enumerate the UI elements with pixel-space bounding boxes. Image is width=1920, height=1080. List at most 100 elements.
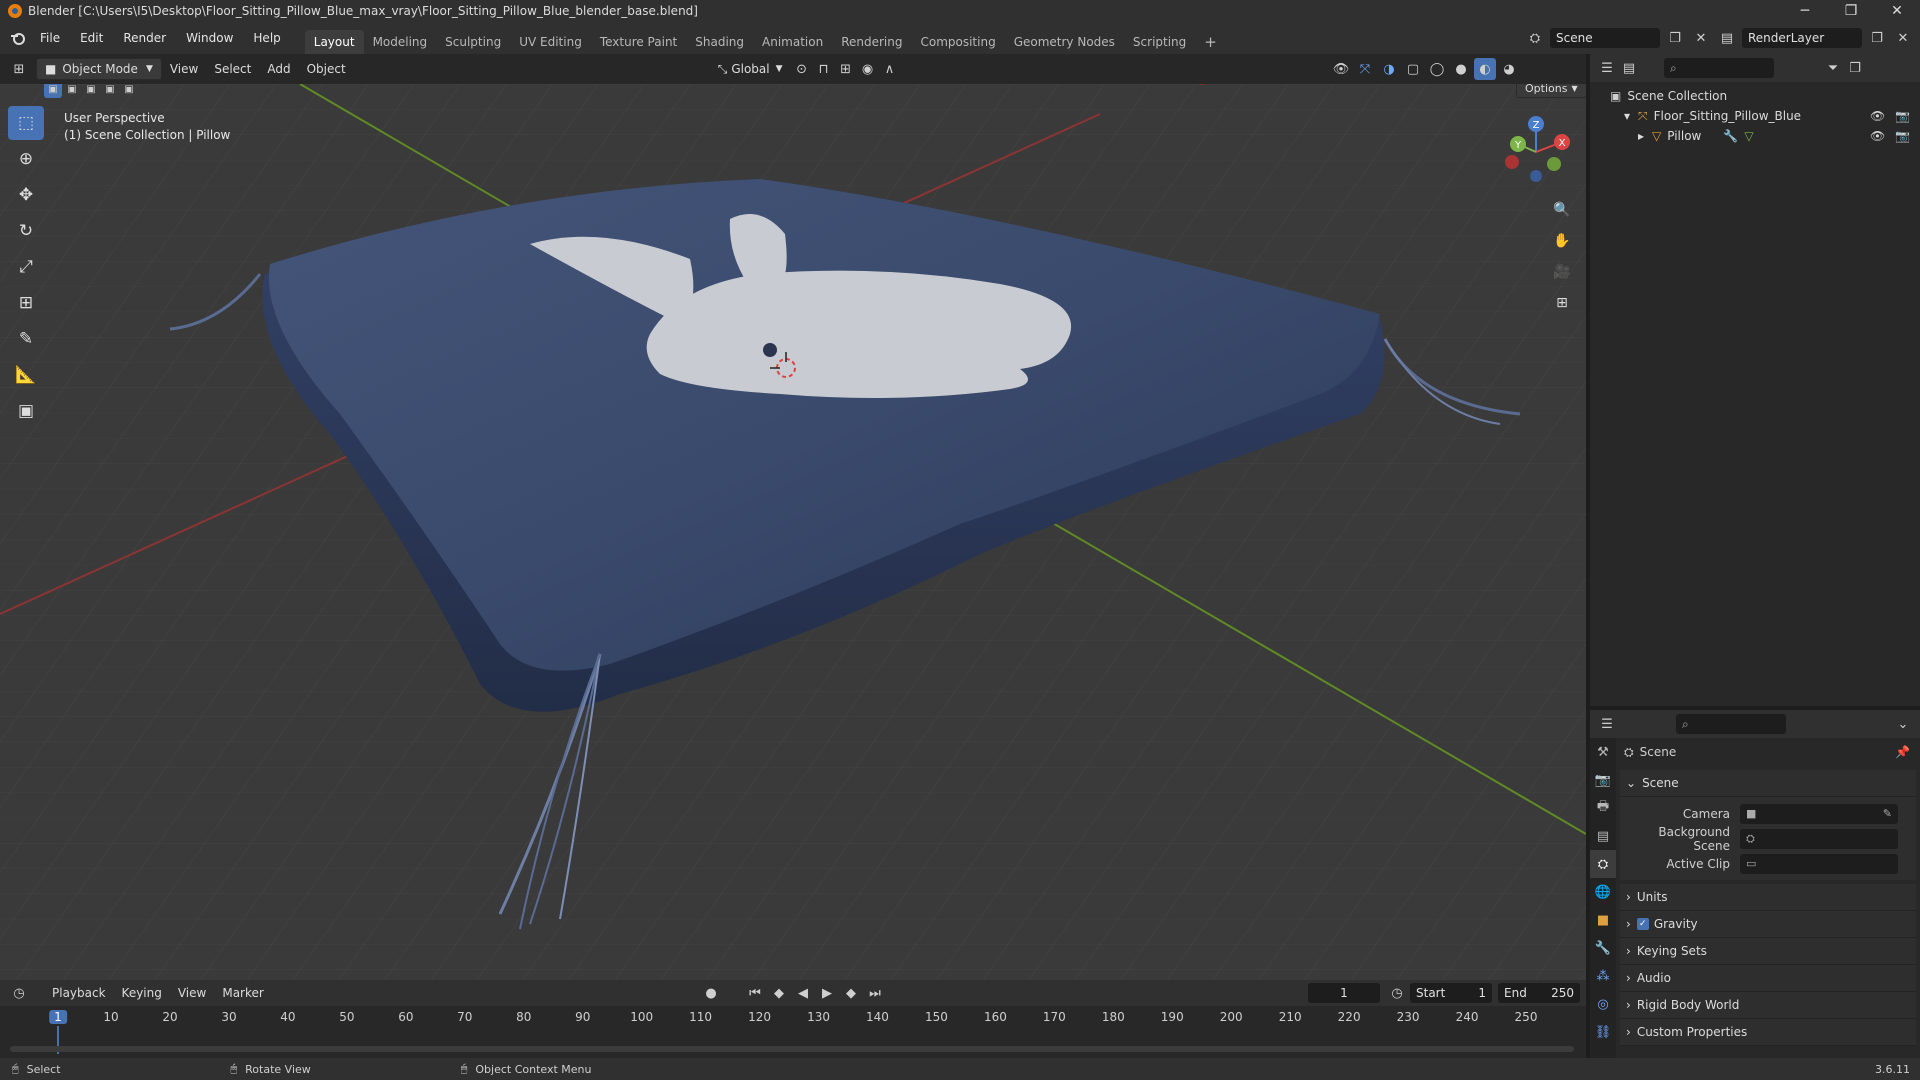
menu-edit[interactable]: Edit: [70, 22, 113, 54]
3d-viewport[interactable]: User Perspective (1) Scene Collection | …: [0, 84, 1586, 980]
record-icon[interactable]: ●: [700, 982, 722, 1004]
menu-object[interactable]: Object: [299, 58, 354, 80]
tab-animation[interactable]: Animation: [753, 30, 832, 54]
tab-geometry-nodes[interactable]: Geometry Nodes: [1005, 30, 1124, 54]
tab-texture-paint[interactable]: Texture Paint: [591, 30, 686, 54]
new-view-layer-icon[interactable]: ❐: [1866, 27, 1888, 49]
units-panel[interactable]: › Units: [1620, 884, 1916, 911]
delete-view-layer-icon[interactable]: ✕: [1892, 27, 1914, 49]
proportional-edit-icon[interactable]: ◉: [857, 58, 879, 80]
properties-editor-type-icon[interactable]: ☰: [1596, 713, 1618, 735]
transform-tool[interactable]: ⊞: [8, 286, 44, 320]
rigid-body-world-panel[interactable]: › Rigid Body World: [1620, 992, 1916, 1019]
rendered-shading-icon[interactable]: ◕: [1498, 58, 1520, 80]
move-tool[interactable]: ✥: [8, 178, 44, 212]
rotate-tool[interactable]: ↻: [8, 214, 44, 248]
current-frame-field[interactable]: 1: [1308, 983, 1380, 1003]
options-dropdown[interactable]: Options ▼: [1516, 84, 1586, 98]
ortho-grid-icon[interactable]: ⊞: [1548, 289, 1576, 317]
select-intersect-icon[interactable]: ▣: [120, 84, 138, 98]
scene-tab-icon[interactable]: ⛭: [1590, 850, 1616, 878]
gravity-checkbox[interactable]: ✓: [1636, 918, 1649, 930]
zoom-icon[interactable]: 🔍: [1548, 196, 1576, 224]
view-layer-browse-icon[interactable]: ▤: [1716, 27, 1738, 49]
outliner-search-input[interactable]: ⌕: [1664, 58, 1774, 78]
audio-panel[interactable]: › Audio: [1620, 965, 1916, 992]
delete-scene-icon[interactable]: ✕: [1690, 27, 1712, 49]
camera-view-icon[interactable]: 🎥: [1548, 258, 1576, 286]
navigation-gizmo[interactable]: Z X Y: [1500, 112, 1576, 192]
cursor-tool[interactable]: ⊕: [8, 142, 44, 176]
snap-target-icon[interactable]: ⊞: [835, 58, 857, 80]
outliner-scene-collection[interactable]: ▣ Scene Collection: [1610, 86, 1920, 106]
editor-type-icon[interactable]: ⊞: [8, 58, 30, 80]
close-button[interactable]: ✕: [1874, 0, 1920, 22]
gravity-panel[interactable]: › ✓ Gravity: [1620, 911, 1916, 938]
filter-icon[interactable]: ⏷: [1822, 57, 1844, 79]
snap-icon[interactable]: ⊓: [813, 58, 835, 80]
display-mode-icon[interactable]: ▤: [1618, 57, 1640, 79]
new-collection-icon[interactable]: ❐: [1844, 57, 1866, 79]
chevron-down-icon[interactable]: ⌄: [1892, 713, 1914, 735]
scene-name-field[interactable]: Scene: [1550, 28, 1660, 48]
particles-tab-icon[interactable]: ⁂: [1590, 962, 1616, 990]
gizmo-toggle-icon[interactable]: ⤧: [1354, 58, 1376, 80]
new-scene-icon[interactable]: ❐: [1664, 27, 1686, 49]
outliner-item-floor-sitting-pillow[interactable]: ▾ ⤧ Floor_Sitting_Pillow_Blue 👁 📷: [1610, 106, 1920, 126]
visibility-icon[interactable]: 👁: [1330, 58, 1352, 80]
custom-properties-panel[interactable]: › Custom Properties: [1620, 1019, 1916, 1046]
tab-layout[interactable]: Layout: [304, 30, 364, 54]
render-camera-icon[interactable]: 📷: [1895, 129, 1910, 143]
world-tab-icon[interactable]: 🌐: [1590, 878, 1616, 906]
render-camera-icon[interactable]: 📷: [1895, 109, 1910, 123]
select-subtract-icon[interactable]: ▣: [82, 84, 100, 98]
menu-view[interactable]: View: [162, 58, 206, 80]
active-clip-field[interactable]: ▭: [1740, 853, 1898, 874]
tool-tab-icon[interactable]: ⚒: [1590, 738, 1616, 766]
menu-playback[interactable]: Playback: [44, 982, 114, 1004]
wireframe-shading-icon[interactable]: ◯: [1426, 58, 1448, 80]
timeline-scrollbar[interactable]: [10, 1046, 1574, 1052]
pan-hand-icon[interactable]: ✋: [1548, 227, 1576, 255]
menu-add[interactable]: Add: [259, 58, 298, 80]
visibility-eye-icon[interactable]: 👁: [1870, 109, 1885, 123]
visibility-eye-icon[interactable]: 👁: [1870, 129, 1885, 143]
object-tab-icon[interactable]: ■: [1590, 906, 1616, 934]
constraints-tab-icon[interactable]: ⛓: [1590, 1018, 1616, 1046]
overlays-icon[interactable]: ◑: [1378, 58, 1400, 80]
tab-modeling[interactable]: Modeling: [364, 30, 437, 54]
scene-browse-icon[interactable]: ⛭: [1524, 27, 1546, 49]
start-frame-field[interactable]: Start 1: [1410, 983, 1492, 1003]
menu-timeline-view[interactable]: View: [170, 982, 214, 1004]
jump-start-icon[interactable]: ⏮: [744, 982, 766, 1004]
blender-menu-icon[interactable]: [6, 27, 30, 49]
expand-arrow-icon[interactable]: ▸: [1638, 129, 1652, 143]
play-icon[interactable]: ▶: [816, 982, 838, 1004]
prev-keyframe-icon[interactable]: ◆: [768, 982, 790, 1004]
minimize-button[interactable]: ─: [1782, 0, 1828, 22]
menu-marker[interactable]: Marker: [214, 982, 271, 1004]
maximize-button[interactable]: ❐: [1828, 0, 1874, 22]
menu-window[interactable]: Window: [176, 22, 243, 54]
menu-help[interactable]: Help: [243, 22, 290, 54]
tab-rendering[interactable]: Rendering: [832, 30, 911, 54]
tab-uv-editing[interactable]: UV Editing: [510, 30, 591, 54]
timeline-editor-type-icon[interactable]: ◷: [8, 982, 30, 1004]
falloff-icon[interactable]: ∧: [879, 58, 901, 80]
menu-render[interactable]: Render: [113, 22, 176, 54]
eyedropper-icon[interactable]: ✎: [1883, 807, 1892, 820]
orientation-dropdown[interactable]: ⤡ Global ▼: [710, 58, 791, 80]
camera-field[interactable]: ■ ✎: [1740, 803, 1898, 824]
view-layer-tab-icon[interactable]: ▤: [1590, 822, 1616, 850]
add-workspace-button[interactable]: +: [1195, 30, 1226, 54]
expand-arrow-icon[interactable]: ▾: [1624, 109, 1638, 123]
scale-tool[interactable]: ⤢: [8, 250, 44, 284]
add-cube-tool[interactable]: ▣: [8, 394, 44, 428]
play-reverse-icon[interactable]: ◀: [792, 982, 814, 1004]
select-invert-icon[interactable]: ▣: [101, 84, 119, 98]
render-tab-icon[interactable]: 📷: [1590, 766, 1616, 794]
physics-tab-icon[interactable]: ◎: [1590, 990, 1616, 1018]
tab-scripting[interactable]: Scripting: [1124, 30, 1195, 54]
menu-keying[interactable]: Keying: [114, 982, 170, 1004]
keying-sets-panel[interactable]: › Keying Sets: [1620, 938, 1916, 965]
